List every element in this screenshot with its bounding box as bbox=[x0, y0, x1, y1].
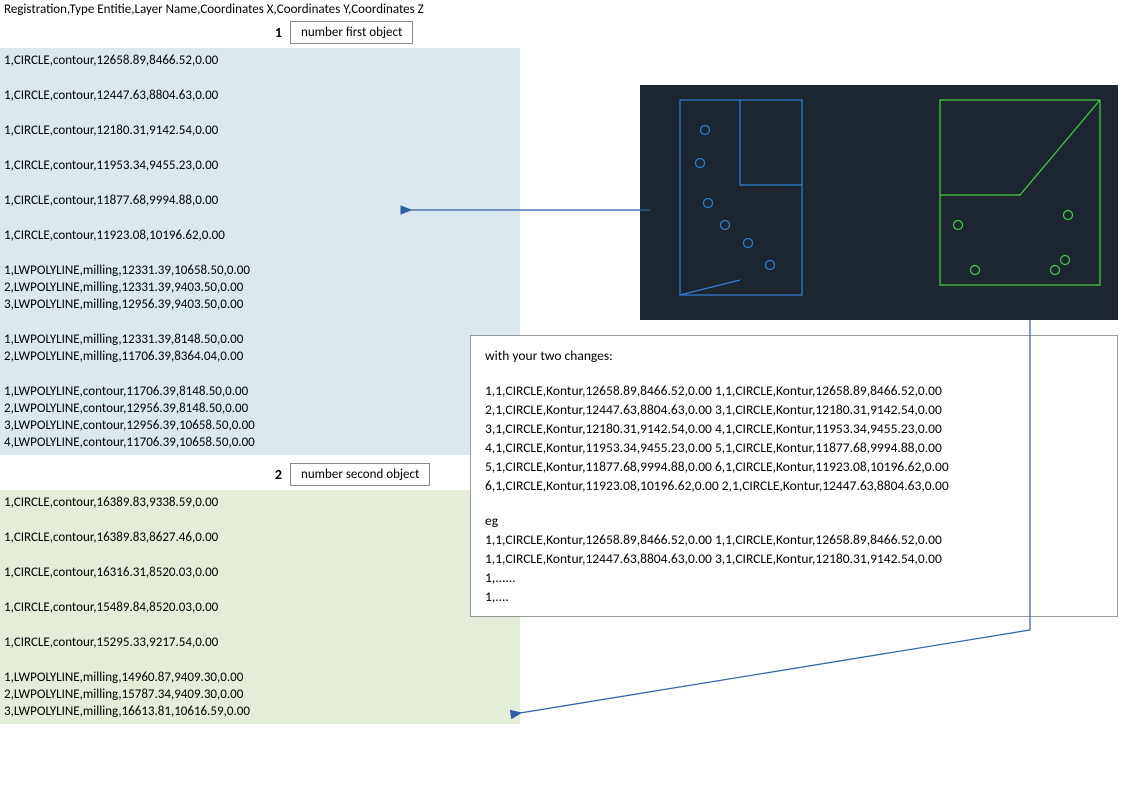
csv-header: Registration,Type Entitie,Layer Name,Coo… bbox=[0, 0, 1126, 19]
data-line: 3,LWPOLYLINE,milling,16613.81,10616.59,0… bbox=[4, 703, 516, 720]
data-line: 1,CIRCLE,contour,16389.83,8627.46,0.00 bbox=[4, 529, 516, 546]
data-group: 1,CIRCLE,contour,11953.34,9455.23,0.00 bbox=[4, 157, 516, 174]
data-line: 1,CIRCLE,contour,16389.83,9338.59,0.00 bbox=[4, 494, 516, 511]
data-line: 2,LWPOLYLINE,milling,11706.39,8364.04,0.… bbox=[4, 348, 516, 365]
panel-line: 2,1,CIRCLE,Kontur,12447.63,8804.63,0.00 … bbox=[485, 400, 1103, 419]
section1-number: 1 bbox=[0, 24, 290, 41]
panel-line: 3,1,CIRCLE,Kontur,12180.31,9142.54,0.00 … bbox=[485, 419, 1103, 438]
data-line: 1,CIRCLE,contour,12658.89,8466.52,0.00 bbox=[4, 52, 516, 69]
section1-label-row: 1 number first object bbox=[0, 19, 1126, 48]
panel-eg-lines: 1,1,CIRCLE,Kontur,12658.89,8466.52,0.00 … bbox=[485, 530, 1103, 606]
panel-eg-label: eg bbox=[485, 511, 1103, 530]
data-group: 1,LWPOLYLINE,milling,12331.39,8148.50,0.… bbox=[4, 331, 516, 365]
panel-eg-line: 1,.... bbox=[485, 587, 1103, 606]
data-group: 1,LWPOLYLINE,contour,11706.39,8148.50,0.… bbox=[4, 383, 516, 451]
data-group: 1,LWPOLYLINE,milling,14960.87,9409.30,0.… bbox=[4, 669, 516, 720]
panel-line: 4,1,CIRCLE,Kontur,11953.34,9455.23,0.00 … bbox=[485, 438, 1103, 457]
data-line: 1,LWPOLYLINE,milling,12331.39,8148.50,0.… bbox=[4, 331, 516, 348]
data-group: 1,CIRCLE,contour,15489.84,8520.03,0.00 bbox=[4, 599, 516, 616]
data-line: 1,CIRCLE,contour,12180.31,9142.54,0.00 bbox=[4, 122, 516, 139]
data-line: 1,CIRCLE,contour,11877.68,9994.88,0.00 bbox=[4, 192, 516, 209]
section1-label-box: number first object bbox=[290, 21, 413, 44]
data-group: 1,CIRCLE,contour,16389.83,8627.46,0.00 bbox=[4, 529, 516, 546]
section2-label-box: number second object bbox=[290, 463, 430, 486]
cad-drawing bbox=[640, 85, 1118, 320]
data-group: 1,CIRCLE,contour,12447.63,8804.63,0.00 bbox=[4, 87, 516, 104]
data-line: 2,LWPOLYLINE,milling,15787.34,9409.30,0.… bbox=[4, 686, 516, 703]
panel-eg-line: 1,...... bbox=[485, 568, 1103, 587]
data-group: 1,CIRCLE,contour,12658.89,8466.52,0.00 bbox=[4, 52, 516, 69]
data-line: 1,LWPOLYLINE,milling,14960.87,9409.30,0.… bbox=[4, 669, 516, 686]
data-line: 2,LWPOLYLINE,milling,12331.39,9403.50,0.… bbox=[4, 279, 516, 296]
comment-panel: with your two changes: 1,1,CIRCLE,Kontur… bbox=[470, 335, 1118, 617]
data-line: 3,LWPOLYLINE,milling,12956.39,9403.50,0.… bbox=[4, 296, 516, 313]
data-group: 1,CIRCLE,contour,12180.31,9142.54,0.00 bbox=[4, 122, 516, 139]
data-line: 2,LWPOLYLINE,contour,12956.39,8148.50,0.… bbox=[4, 400, 516, 417]
panel-line: 1,1,CIRCLE,Kontur,12658.89,8466.52,0.00 … bbox=[485, 381, 1103, 400]
section1-data: 1,CIRCLE,contour,12658.89,8466.52,0.00 1,… bbox=[0, 48, 520, 455]
data-line: 1,CIRCLE,contour,11923.08,10196.62,0.00 bbox=[4, 227, 516, 244]
data-line: 3,LWPOLYLINE,contour,12956.39,10658.50,0… bbox=[4, 417, 516, 434]
data-line: 1,CIRCLE,contour,16316.31,8520.03,0.00 bbox=[4, 564, 516, 581]
data-line: 1,CIRCLE,contour,11953.34,9455.23,0.00 bbox=[4, 157, 516, 174]
data-line: 1,CIRCLE,contour,15295.33,9217.54,0.00 bbox=[4, 634, 516, 651]
data-group: 1,CIRCLE,contour,11923.08,10196.62,0.00 bbox=[4, 227, 516, 244]
panel-line: 5,1,CIRCLE,Kontur,11877.68,9994.88,0.00 … bbox=[485, 457, 1103, 476]
section2-number: 2 bbox=[0, 466, 290, 483]
panel-lines: 1,1,CIRCLE,Kontur,12658.89,8466.52,0.00 … bbox=[485, 381, 1103, 495]
data-group: 1,CIRCLE,contour,15295.33,9217.54,0.00 bbox=[4, 634, 516, 651]
data-line: 4,LWPOLYLINE,contour,11706.39,10658.50,0… bbox=[4, 434, 516, 451]
panel-title: with your two changes: bbox=[485, 346, 1103, 365]
data-group: 1,CIRCLE,contour,16389.83,9338.59,0.00 bbox=[4, 494, 516, 511]
data-group: 1,CIRCLE,contour,11877.68,9994.88,0.00 bbox=[4, 192, 516, 209]
data-group: 1,LWPOLYLINE,milling,12331.39,10658.50,0… bbox=[4, 262, 516, 313]
data-line: 1,CIRCLE,contour,12447.63,8804.63,0.00 bbox=[4, 87, 516, 104]
data-line: 1,CIRCLE,contour,15489.84,8520.03,0.00 bbox=[4, 599, 516, 616]
cad-preview-panel bbox=[640, 85, 1118, 320]
panel-eg-line: 1,1,CIRCLE,Kontur,12447.63,8804.63,0.00 … bbox=[485, 549, 1103, 568]
panel-line: 6,1,CIRCLE,Kontur,11923.08,10196.62,0.00… bbox=[485, 476, 1103, 495]
section2-data: 1,CIRCLE,contour,16389.83,9338.59,0.00 1,… bbox=[0, 490, 520, 724]
panel-eg-line: 1,1,CIRCLE,Kontur,12658.89,8466.52,0.00 … bbox=[485, 530, 1103, 549]
data-line: 1,LWPOLYLINE,milling,12331.39,10658.50,0… bbox=[4, 262, 516, 279]
data-line: 1,LWPOLYLINE,contour,11706.39,8148.50,0.… bbox=[4, 383, 516, 400]
data-group: 1,CIRCLE,contour,16316.31,8520.03,0.00 bbox=[4, 564, 516, 581]
